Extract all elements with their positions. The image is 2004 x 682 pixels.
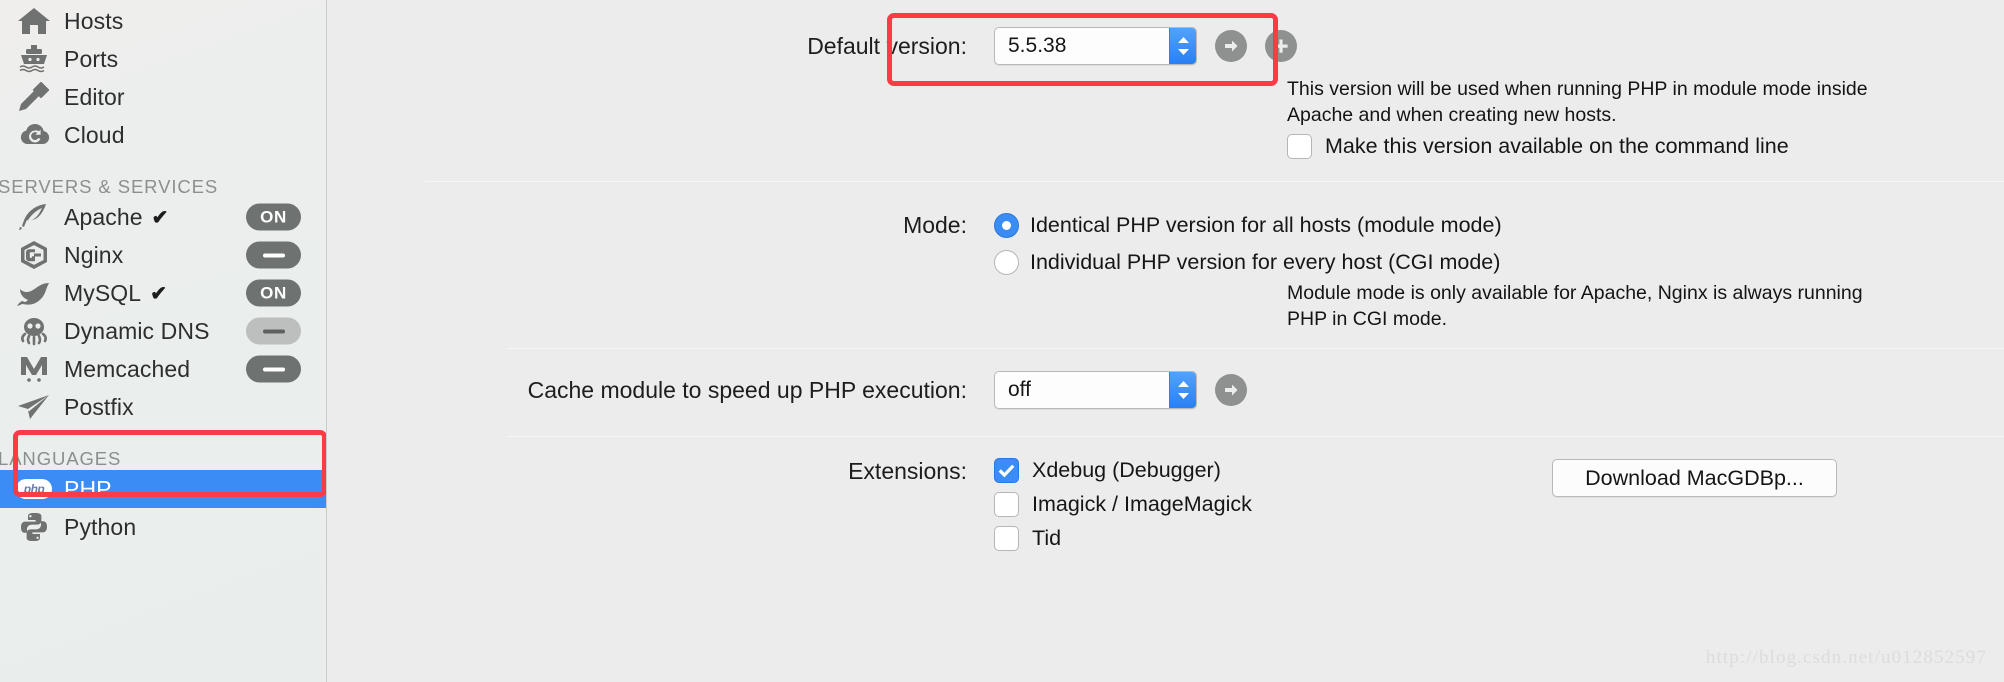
cache-module-row: Cache module to speed up PHP execution: … (327, 371, 1887, 409)
arrow-right-circle-icon[interactable] (1215, 374, 1247, 406)
mode-label: Mode: (903, 212, 967, 238)
status-badge[interactable] (246, 241, 301, 269)
mode-radio-cgi[interactable] (994, 249, 1019, 275)
mode-option-label: Identical PHP version for all hosts (mod… (1030, 212, 1502, 237)
feather-icon (14, 202, 54, 232)
mode-option-label: Individual PHP version for every host (C… (1030, 249, 1501, 274)
dash-icon (262, 367, 285, 371)
memcached-m-icon (14, 354, 54, 384)
status-badge[interactable]: ON (246, 279, 301, 307)
home-icon (14, 6, 54, 36)
section-divider (507, 348, 2004, 349)
section-divider (507, 436, 2004, 437)
sidebar-item-ports[interactable]: Ports (0, 40, 326, 78)
sidebar-item-label: Editor (64, 83, 125, 110)
cli-checkbox-row[interactable]: Make this version available on the comma… (1287, 134, 1789, 159)
sidebar-group-servers-title: SERVERS & SERVICES (0, 176, 219, 197)
status-check-icon: ✔ (151, 206, 169, 229)
extension-label: Imagick / ImageMagick (1032, 492, 1252, 516)
sidebar-item-label: Memcached (64, 355, 191, 382)
extensions-label: Extensions: (848, 458, 967, 484)
extension-item-imagick[interactable]: Imagick / ImageMagick (994, 489, 1252, 520)
help-line: PHP in CGI mode. (1287, 308, 1448, 330)
octopus-icon (14, 316, 54, 346)
sidebar-item-hosts[interactable]: Hosts (0, 2, 326, 40)
sidebar-item-label: PHP (64, 475, 112, 502)
sidebar-item-php[interactable]: php PHP (0, 470, 326, 508)
sidebar-item-label: Apache (64, 203, 143, 230)
sidebar-item-label: Postfix (64, 393, 134, 420)
tidy-checkbox[interactable] (994, 526, 1019, 551)
default-version-select[interactable]: 5.5.38 (994, 27, 1197, 65)
cache-module-value: off (1008, 378, 1031, 401)
php-logo-icon: php (14, 474, 54, 504)
extension-item-tidy[interactable]: Tid (994, 523, 1252, 554)
mode-option-cgi[interactable]: Individual PHP version for every host (C… (994, 247, 1502, 277)
sidebar-item-editor[interactable]: Editor (0, 78, 326, 116)
stepper-up-down-icon[interactable] (1169, 372, 1196, 408)
sidebar: Hosts Ports Editor Cloud SERVERS & SERVI… (0, 0, 327, 682)
mode-help: Module mode is only available for Apache… (1287, 280, 1863, 332)
sidebar-item-python[interactable]: Python (0, 508, 326, 546)
command-line-checkbox[interactable] (1287, 134, 1312, 159)
sidebar-item-label: Dynamic DNS (64, 317, 210, 344)
cache-module-select[interactable]: off (994, 371, 1197, 409)
help-line: This version will be used when running P… (1287, 78, 1868, 100)
command-line-checkbox-label: Make this version available on the comma… (1325, 134, 1789, 158)
cloud-sync-icon (14, 120, 54, 150)
sidebar-group-languages-title: LANGUAGES (0, 448, 122, 469)
sidebar-item-label: MySQL (64, 279, 142, 306)
arrow-right-circle-icon[interactable] (1215, 30, 1247, 62)
default-version-row: Default version: 5.5.38 (327, 27, 1887, 65)
python-logo-icon (14, 512, 54, 542)
xdebug-checkbox[interactable] (994, 458, 1019, 483)
imagick-checkbox[interactable] (994, 492, 1019, 517)
section-divider (425, 181, 2004, 182)
dash-icon (262, 329, 285, 333)
main-panel: Default version: 5.5.38 This version wil… (327, 0, 2004, 682)
default-version-label: Default version: (807, 32, 967, 59)
cache-module-label: Cache module to speed up PHP execution: (527, 376, 967, 403)
status-badge[interactable] (246, 355, 301, 383)
extension-item-xdebug[interactable]: Xdebug (Debugger) (994, 455, 1252, 486)
mode-option-module[interactable]: Identical PHP version for all hosts (mod… (994, 210, 1502, 240)
download-macgdbp-button[interactable]: Download MacGDBp... (1552, 459, 1837, 497)
extension-label: Xdebug (Debugger) (1032, 458, 1221, 482)
default-version-value: 5.5.38 (1008, 34, 1067, 57)
sidebar-item-memcached[interactable]: Memcached (0, 350, 326, 388)
sidebar-item-cloud[interactable]: Cloud (0, 116, 326, 154)
paper-plane-icon (14, 392, 54, 422)
sidebar-item-nginx[interactable]: Nginx (0, 236, 326, 274)
plus-circle-icon[interactable] (1265, 30, 1297, 62)
sidebar-item-postfix[interactable]: Postfix (0, 388, 326, 426)
dolphin-icon (14, 278, 54, 308)
sidebar-item-label: Hosts (64, 7, 124, 34)
help-line: Apache and when creating new hosts. (1287, 104, 1617, 126)
sidebar-item-label: Python (64, 513, 137, 540)
default-version-help: This version will be used when running P… (1287, 76, 1868, 128)
mode-radio-module[interactable] (994, 212, 1019, 238)
watermark-text: http://blog.csdn.net/u012852597 (1705, 647, 1987, 668)
stepper-up-down-icon[interactable] (1169, 28, 1196, 64)
sidebar-item-label: Nginx (64, 241, 124, 268)
dash-icon (262, 253, 285, 257)
sidebar-item-dynamic-dns[interactable]: Dynamic DNS (0, 312, 326, 350)
status-badge[interactable] (246, 317, 301, 345)
nginx-g-icon (14, 240, 54, 270)
sidebar-item-apache[interactable]: Apache ✔ ON (0, 198, 326, 236)
extension-label: Tid (1032, 526, 1062, 550)
mode-row: Mode: Identical PHP version for all host… (327, 210, 1887, 277)
status-check-icon: ✔ (150, 282, 167, 305)
help-line: Module mode is only available for Apache… (1287, 282, 1863, 304)
pen-nib-icon (14, 82, 54, 112)
php-preferences-window: Hosts Ports Editor Cloud SERVERS & SERVI… (0, 0, 2004, 682)
sidebar-item-mysql[interactable]: MySQL ✔ ON (0, 274, 326, 312)
ship-icon (14, 44, 54, 74)
sidebar-item-label: Cloud (64, 121, 125, 148)
status-badge[interactable]: ON (246, 203, 301, 231)
sidebar-item-label: Ports (64, 45, 119, 72)
